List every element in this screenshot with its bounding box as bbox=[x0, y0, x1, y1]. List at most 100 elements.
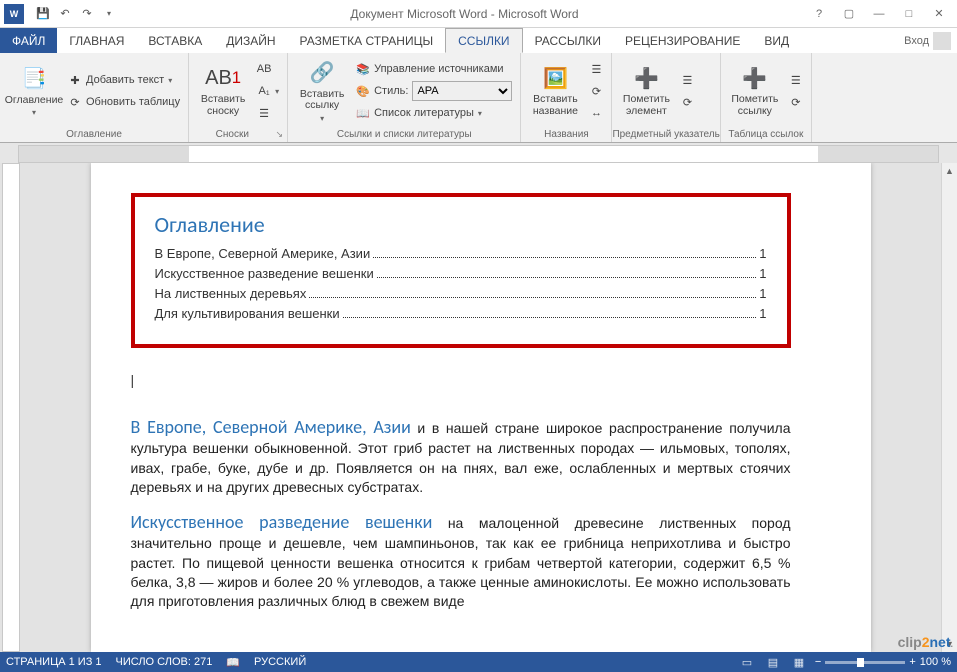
ribbon: 📑 Оглавление ▾ ✚ Добавить текст▾ ⟳ Обнов… bbox=[0, 53, 957, 143]
status-bar: СТРАНИЦА 1 ИЗ 1 ЧИСЛО СЛОВ: 271 📖 РУССКИ… bbox=[0, 652, 957, 672]
ribbon-options-button[interactable]: ▢ bbox=[835, 4, 863, 24]
scroll-up-button[interactable]: ▲ bbox=[942, 163, 957, 179]
toc-entry[interactable]: Искусственное разведение вешенки1 bbox=[155, 266, 767, 281]
word-app-icon: W bbox=[4, 4, 24, 24]
tab-mailings[interactable]: РАССЫЛКИ bbox=[523, 28, 613, 53]
mark-citation-icon: ➕ bbox=[741, 64, 769, 92]
print-layout-button[interactable]: ▤ bbox=[763, 654, 783, 670]
word-count[interactable]: ЧИСЛО СЛОВ: 271 bbox=[116, 656, 213, 668]
group-captions: 🖼️ Вставить название ☰ ⟳ ↔ Названия bbox=[521, 53, 612, 142]
insert-footnote-button[interactable]: AB1 Вставить сноску bbox=[195, 59, 251, 123]
bibliography-button[interactable]: 📖 Список литературы▾ bbox=[354, 103, 514, 123]
insert-table-of-figures-button[interactable]: ☰ bbox=[587, 59, 605, 79]
zoom-control: − + 100 % bbox=[815, 656, 951, 668]
add-text-icon: ✚ bbox=[68, 73, 82, 87]
zoom-value[interactable]: 100 % bbox=[920, 656, 951, 668]
citation-style-select[interactable]: APA bbox=[412, 81, 512, 101]
group-label-toa: Таблица ссылок bbox=[721, 129, 811, 142]
ruler-area bbox=[0, 143, 957, 163]
web-layout-button[interactable]: ▦ bbox=[789, 654, 809, 670]
window-title: Документ Microsoft Word - Microsoft Word bbox=[124, 7, 805, 21]
mark-entry-icon: ➕ bbox=[632, 64, 660, 92]
customize-qat-button[interactable]: ▾ bbox=[100, 5, 118, 23]
next-footnote-button[interactable]: A₁▾ bbox=[255, 81, 281, 101]
document-area: Оглавление В Европе, Северной Америке, А… bbox=[0, 163, 957, 652]
minimize-button[interactable]: — bbox=[865, 4, 893, 24]
heading: В Европе, Северной Америке, Азии bbox=[131, 416, 411, 438]
tab-page-layout[interactable]: РАЗМЕТКА СТРАНИЦЫ bbox=[288, 28, 446, 53]
tab-file[interactable]: ФАЙЛ bbox=[0, 28, 57, 53]
citation-icon: 🔗 bbox=[308, 59, 336, 87]
group-citations: 🔗 Вставить ссылку ▾ 📚 Управление источни… bbox=[288, 53, 521, 142]
spell-check-icon[interactable]: 📖 bbox=[226, 656, 240, 669]
group-toc: 📑 Оглавление ▾ ✚ Добавить текст▾ ⟳ Обнов… bbox=[0, 53, 189, 142]
watermark: clip2net. bbox=[898, 634, 953, 650]
close-button[interactable]: ✕ bbox=[925, 4, 953, 24]
text-cursor-line: | bbox=[131, 372, 791, 388]
bibliography-icon: 📖 bbox=[356, 106, 370, 120]
insert-endnote-button[interactable]: AB bbox=[255, 59, 281, 79]
horizontal-ruler[interactable] bbox=[18, 145, 939, 163]
insert-citation-button[interactable]: 🔗 Вставить ссылку ▾ bbox=[294, 59, 350, 123]
toc-icon: 📑 bbox=[20, 65, 48, 93]
quick-access-toolbar: 💾 ↶ ↷ ▾ bbox=[28, 5, 124, 23]
insert-toa-button[interactable]: ☰ bbox=[787, 70, 805, 90]
vertical-ruler[interactable] bbox=[2, 163, 20, 652]
tab-home[interactable]: ГЛАВНАЯ bbox=[57, 28, 136, 53]
cross-reference-button[interactable]: ↔ bbox=[587, 103, 605, 123]
group-table-of-auth: ➕ Пометить ссылку ☰ ⟳ Таблица ссылок bbox=[721, 53, 812, 142]
ribbon-tabs: ФАЙЛ ГЛАВНАЯ ВСТАВКА ДИЗАЙН РАЗМЕТКА СТР… bbox=[0, 28, 957, 53]
group-footnotes: AB1 Вставить сноску AB A₁▾ ☰ Сноски ↘ bbox=[189, 53, 288, 142]
tab-insert[interactable]: ВСТАВКА bbox=[136, 28, 214, 53]
scroll-track[interactable] bbox=[942, 179, 957, 636]
title-bar: W 💾 ↶ ↷ ▾ Документ Microsoft Word - Micr… bbox=[0, 0, 957, 28]
undo-button[interactable]: ↶ bbox=[56, 5, 74, 23]
paragraph: В Европе, Северной Америке, Азии и в наш… bbox=[131, 416, 791, 497]
update-index-button[interactable]: ⟳ bbox=[678, 92, 696, 112]
toc-entry[interactable]: Для культивирования вешенки1 bbox=[155, 306, 767, 321]
read-mode-button[interactable]: ▭ bbox=[737, 654, 757, 670]
zoom-out-button[interactable]: − bbox=[815, 656, 821, 668]
toc-entry[interactable]: На лиственных деревьях1 bbox=[155, 286, 767, 301]
citation-style-row: 🎨 Стиль: APA bbox=[354, 81, 514, 101]
mark-citation-button[interactable]: ➕ Пометить ссылку bbox=[727, 59, 783, 123]
footnotes-dialog-launcher[interactable]: ↘ bbox=[276, 129, 284, 140]
zoom-in-button[interactable]: + bbox=[909, 656, 915, 668]
mark-entry-button[interactable]: ➕ Пометить элемент bbox=[618, 59, 674, 123]
sign-in[interactable]: Вход bbox=[898, 28, 957, 53]
manage-sources-button[interactable]: 📚 Управление источниками bbox=[354, 59, 514, 79]
update-toa-button[interactable]: ⟳ bbox=[787, 92, 805, 112]
sources-icon: 📚 bbox=[356, 62, 370, 76]
tab-view[interactable]: ВИД bbox=[752, 28, 801, 53]
tab-design[interactable]: ДИЗАЙН bbox=[214, 28, 287, 53]
toc-entry[interactable]: В Европе, Северной Америке, Азии1 bbox=[155, 246, 767, 261]
group-index: ➕ Пометить элемент ☰ ⟳ Предметный указат… bbox=[612, 53, 720, 142]
help-button[interactable]: ? bbox=[805, 4, 833, 24]
show-notes-button[interactable]: ☰ bbox=[255, 103, 281, 123]
group-label-footnotes: Сноски bbox=[216, 129, 249, 140]
page-indicator[interactable]: СТРАНИЦА 1 ИЗ 1 bbox=[6, 656, 102, 668]
redo-button[interactable]: ↷ bbox=[78, 5, 96, 23]
group-label-toc: Оглавление bbox=[0, 129, 188, 142]
update-table-of-figures-button[interactable]: ⟳ bbox=[587, 81, 605, 101]
sign-in-label: Вход bbox=[904, 35, 929, 47]
insert-caption-button[interactable]: 🖼️ Вставить название bbox=[527, 59, 583, 123]
toc-highlight-box: Оглавление В Европе, Северной Америке, А… bbox=[131, 193, 791, 348]
group-label-index: Предметный указатель bbox=[612, 129, 719, 142]
zoom-slider[interactable] bbox=[825, 661, 905, 664]
tab-references[interactable]: ССЫЛКИ bbox=[445, 28, 522, 53]
maximize-button[interactable]: □ bbox=[895, 4, 923, 24]
save-button[interactable]: 💾 bbox=[34, 5, 52, 23]
add-text-button[interactable]: ✚ Добавить текст▾ bbox=[66, 70, 182, 90]
footnote-icon: AB1 bbox=[209, 64, 237, 92]
language-indicator[interactable]: РУССКИЙ bbox=[254, 656, 306, 668]
update-table-button[interactable]: ⟳ Обновить таблицу bbox=[66, 92, 182, 112]
toc-button[interactable]: 📑 Оглавление ▾ bbox=[6, 59, 62, 123]
document-page[interactable]: Оглавление В Европе, Северной Америке, А… bbox=[91, 163, 871, 652]
tab-review[interactable]: РЕЦЕНЗИРОВАНИЕ bbox=[613, 28, 752, 53]
toc-title: Оглавление bbox=[155, 211, 767, 238]
style-icon: 🎨 bbox=[356, 84, 370, 98]
vertical-scrollbar[interactable]: ▲ ▼ bbox=[941, 163, 957, 652]
insert-index-button[interactable]: ☰ bbox=[678, 70, 696, 90]
group-label-captions: Названия bbox=[521, 129, 611, 142]
